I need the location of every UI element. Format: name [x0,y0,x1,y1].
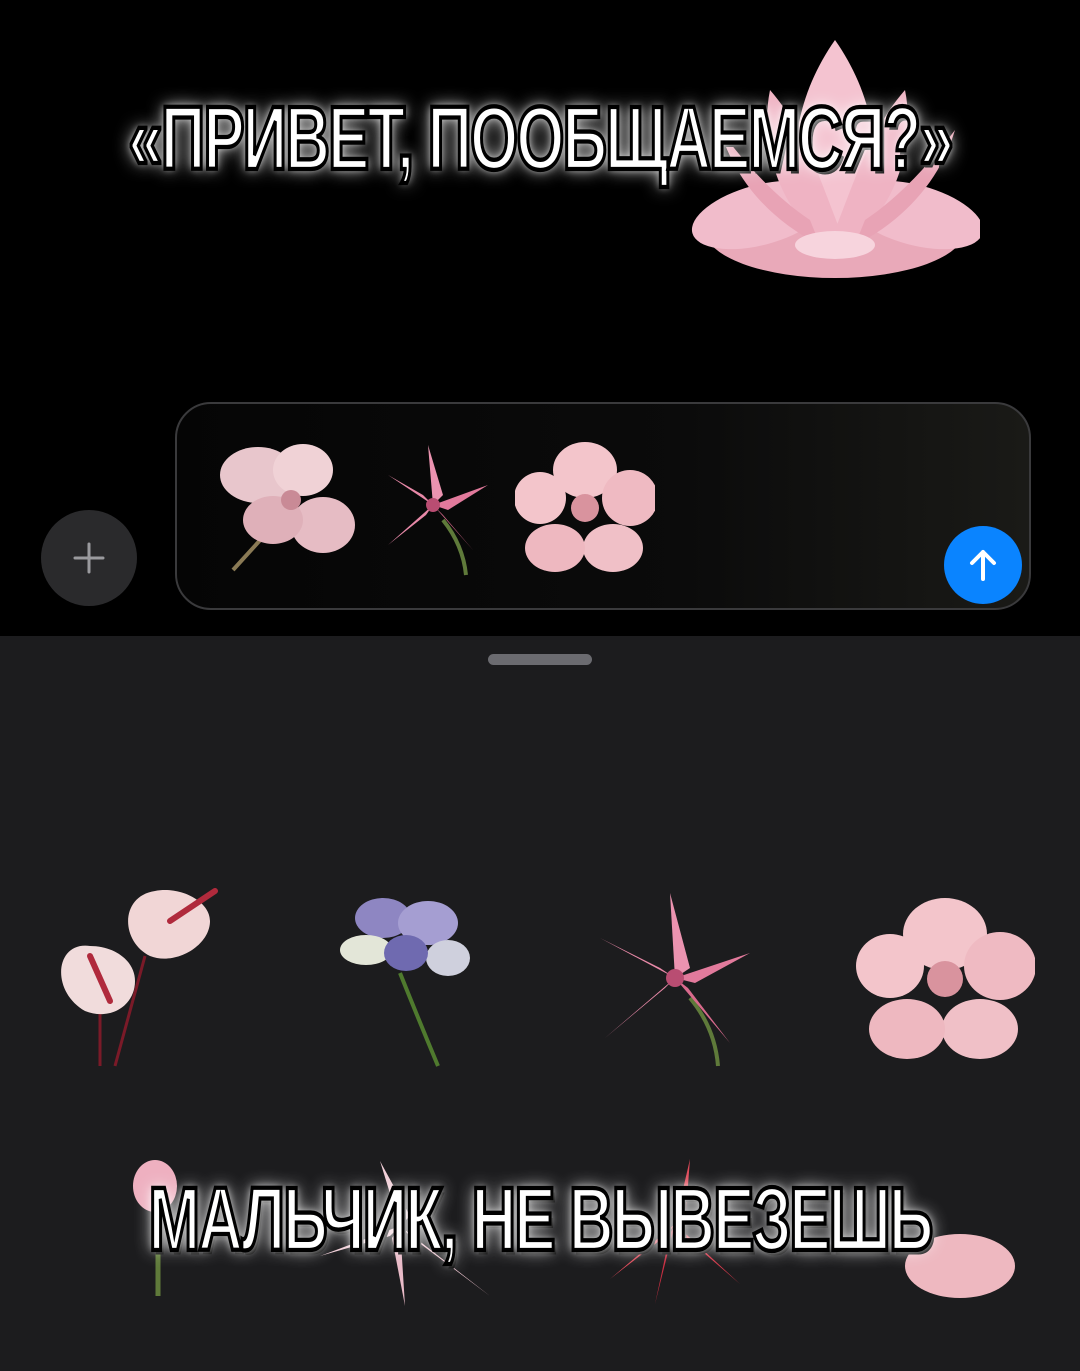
sticker-stargazer-lily[interactable] [590,888,760,1068]
sticker-lisianthus[interactable] [338,888,473,1068]
add-attachment-button[interactable] [41,510,137,606]
sticker-pink-hibiscus[interactable] [855,894,1035,1064]
plus-icon [73,542,105,574]
sheet-grabber[interactable] [488,654,592,665]
composer-sticker-stargazer-lily[interactable] [368,435,498,580]
composer-sticker-pink-hibiscus[interactable] [515,440,655,575]
sticker-anthurium[interactable] [50,886,220,1071]
composer-sticker-pink-lily[interactable] [213,435,358,575]
send-button[interactable] [944,526,1022,604]
message-area: «ПРИВЕТ, ПООБЩАЕМСЯ?» [0,0,1080,636]
arrow-up-icon [970,550,996,581]
top-caption: «ПРИВЕТ, ПООБЩАЕМСЯ?» [127,87,955,191]
bottom-caption: МАЛЬЧИК, НЕ ВЫВЕЗЕШЬ [147,1168,935,1272]
